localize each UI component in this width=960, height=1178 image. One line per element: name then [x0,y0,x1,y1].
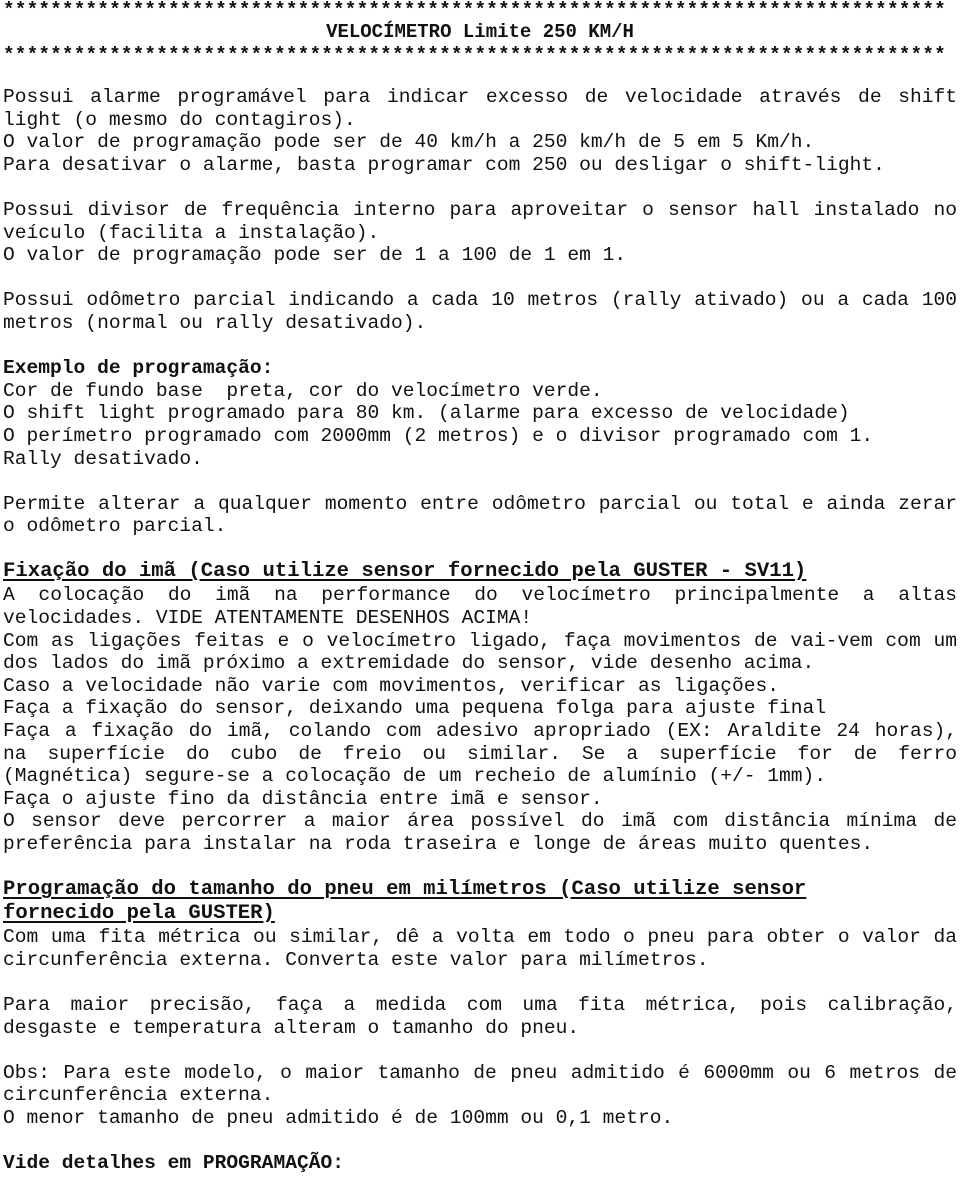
tire-heading-line-1: Programação do tamanho do pneu em milíme… [3,878,807,902]
alarm-paragraph: Possui alarme programável para indicar e… [3,86,957,176]
text-line: Possui odômetro parcial indicando a cada… [3,289,957,312]
magnet-section: Fixação do imã (Caso utilize sensor forn… [3,560,957,855]
text-line: Possui divisor de frequência interno par… [3,198,957,221]
text-line: O shift light programado para 80 km. (al… [3,402,850,425]
text-line: O valor de programação pode ser de 1 a 1… [3,244,627,267]
text-line: Com uma fita métrica ou similar, dê a vo… [3,926,957,949]
text-line: o odômetro parcial. [3,515,227,538]
text-line: O sensor deve percorrer a maior área pos… [3,810,957,833]
text-line: metros (normal ou rally desativado). [3,311,427,334]
text-line: O valor de programação pode ser de 40 km… [3,131,815,154]
tire-section: Programação do tamanho do pneu em milíme… [3,878,957,1129]
example-section: Exemplo de programação: Cor de fundo bas… [3,357,957,470]
document-title: VELOCÍMETRO Limite 250 KM/H [326,21,634,43]
text-line: Caso a velocidade não varie com moviment… [3,674,780,697]
document: ****************************************… [3,0,957,1175]
text-line: na superfície do cubo de freio ou simila… [3,742,957,765]
text-line: Cor de fundo base preta, cor do velocíme… [3,379,603,402]
see-details-programming: Vide detalhes em PROGRAMAÇÃO: [3,1152,344,1175]
permit-paragraph: Permite alterar a qualquer momento entre… [3,493,957,538]
text-line: Faça o ajuste fino da distância entre im… [3,787,603,810]
text-line: A colocação do imã na performance do vel… [3,584,957,607]
text-line: desgaste e temperatura alteram o tamanho… [3,1016,580,1039]
magnet-heading: Fixação do imã (Caso utilize sensor forn… [3,560,807,584]
text-line: Faça a fixação do imã, colando com adesi… [3,720,957,743]
text-line: circunferência externa. Converta este va… [3,948,709,971]
text-line: Para desativar o alarme, basta programar… [3,153,885,176]
odometer-paragraph: Possui odômetro parcial indicando a cada… [3,289,957,334]
text-line: O menor tamanho de pneu admitido é de 10… [3,1106,674,1129]
text-line: Rally desativado. [3,447,203,470]
text-line: Para maior precisão, faça a medida com u… [3,993,957,1016]
text-line: circunferência externa. [3,1084,274,1107]
divisor-paragraph: Possui divisor de frequência interno par… [3,199,957,267]
example-heading: Exemplo de programação: [3,357,274,380]
text-line: O perímetro programado com 2000mm (2 met… [3,424,874,447]
text-line: light (o mesmo do contagiros). [3,108,356,131]
text-line: veículo (facilita a instalação). [3,221,380,244]
text-line: preferência para instalar na roda trasei… [3,833,874,855]
text-line: Obs: Para este modelo, o maior tamanho d… [3,1061,957,1084]
text-line: (Magnética) segure-se a colocação de um … [3,765,827,788]
stars-divider-top: ****************************************… [3,0,946,20]
text-line: Possui alarme programável para indicar e… [3,86,957,108]
text-line: velocidades. VIDE ATENTAMENTE DESENHOS A… [3,607,533,630]
tire-heading-line-2: fornecido pela GUSTER) [3,902,275,926]
text-line: Permite alterar a qualquer momento entre… [3,492,957,515]
stars-divider-bottom: ****************************************… [3,45,946,65]
text-line: Com as ligações feitas e o velocímetro l… [3,629,957,652]
text-line: dos lados do imã próximo a extremidade d… [3,652,815,675]
text-line: Faça a fixação do sensor, deixando uma p… [3,697,827,720]
